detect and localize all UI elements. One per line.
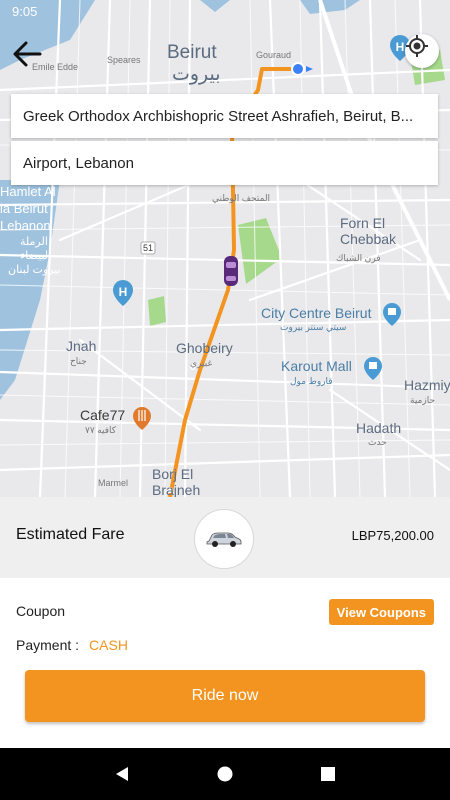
locate-me-button[interactable] <box>405 34 439 68</box>
dropoff-address-text: Airport, Lebanon <box>23 154 134 172</box>
circle-home-icon <box>217 766 233 782</box>
payment-method-value: CASH <box>89 637 128 653</box>
svg-text:H: H <box>119 285 128 299</box>
dropoff-address-field[interactable]: Airport, Lebanon <box>11 141 438 185</box>
nav-recents-button[interactable] <box>315 761 341 787</box>
map-label-bayda-ar: البيضاء <box>20 250 52 262</box>
map-label-city-centre: City Centre Beirut <box>261 305 372 321</box>
vehicle-type-selector[interactable] <box>194 509 254 569</box>
map-label-borj-el-brajneh: Borj El Brajneh <box>152 466 201 497</box>
nav-home-button[interactable] <box>212 761 238 787</box>
svg-text:H: H <box>396 40 405 54</box>
triangle-back-icon <box>115 767 128 781</box>
status-bar-time: 9:05 <box>12 4 38 19</box>
nav-back-button[interactable] <box>109 761 135 787</box>
map-label-karout-ar: قاروط مول <box>290 376 333 386</box>
map-label-jnah: Jnah <box>66 338 97 354</box>
map-view[interactable]: H H 9:05 Beirut بيروت Emile Edde Speares… <box>0 0 450 497</box>
square-recents-icon <box>321 767 336 781</box>
map-label-ghobeiry: Ghobeiry <box>176 340 233 356</box>
car-icon <box>206 532 242 547</box>
map-label-ghobeiry-ar: غبيري <box>190 358 213 368</box>
map-label-ramla-ar: الرملة <box>20 236 48 248</box>
shopping-icon-2 <box>364 357 382 380</box>
hospital-icon: H <box>113 280 133 306</box>
map-label-beirut-ar: بيروت <box>172 64 221 85</box>
fare-strip: Estimated Fare LBP75,200.00 <box>0 497 450 578</box>
map-label-hazmiyeh-ar: حازمية <box>410 395 436 405</box>
map-label-la-beirut: la Beirut <box>0 201 48 216</box>
map-label-forn-el-chebbak: Forn El Chebbak <box>340 215 397 248</box>
map-label-hamlet-al: Hamlet Al <box>0 184 56 199</box>
map-label-speares: Speares <box>107 55 141 65</box>
shopping-icon <box>383 303 401 326</box>
view-coupons-button[interactable]: View Coupons <box>328 599 434 625</box>
map-label-karout-mall: Karout Mall <box>281 358 352 374</box>
map-label-hadath: Hadath <box>356 420 402 436</box>
map-label-city-centre-ar: سيتي سنتر بيروت <box>280 322 347 332</box>
map-label-gouraud: Gouraud <box>256 50 292 60</box>
pickup-address-field[interactable]: Greek Orthodox Archbishopric Street Ashr… <box>11 94 438 138</box>
map-label-mathaf: المتحف الوطني <box>212 193 271 203</box>
map-label-marmel: Marmel <box>98 478 129 488</box>
map-label-hadath-ar: حدث <box>368 437 387 447</box>
system-nav-bar <box>0 748 450 800</box>
booking-panel: Coupon View Coupons Payment : CASH Ride n… <box>0 578 450 748</box>
estimated-fare-label: Estimated Fare <box>16 526 125 543</box>
back-button[interactable] <box>10 38 46 70</box>
road-shield-51: 51 <box>143 243 154 253</box>
map-label-beirut: Beirut <box>167 42 217 63</box>
payment-label: Payment : <box>16 637 80 653</box>
map-label-beirut-leb-ar: بيروت لبنان <box>8 264 61 276</box>
vehicle-marker <box>224 256 238 286</box>
map-label-cafe77-ar: كافيه ٧٧ <box>85 425 117 435</box>
map-label-jnah-ar: جناح <box>70 356 87 366</box>
map-label-cafe77: Cafe77 <box>80 407 126 423</box>
map-label-hazmiyeh: Hazmiy <box>404 377 450 393</box>
crosshair-icon <box>406 35 428 57</box>
pickup-address-text: Greek Orthodox Archbishopric Street Ashr… <box>23 107 414 125</box>
restaurant-icon <box>133 407 151 430</box>
coupon-label: Coupon <box>16 603 66 619</box>
map-label-forn-ar: فرن الشباك <box>336 253 381 263</box>
map-label-lebanon: Lebanon <box>0 218 51 233</box>
payment-row[interactable]: Payment : CASH <box>16 637 128 653</box>
arrow-left-icon <box>13 41 42 67</box>
estimated-fare-value: LBP75,200.00 <box>351 528 434 543</box>
ride-now-button[interactable]: Ride now <box>25 670 425 722</box>
